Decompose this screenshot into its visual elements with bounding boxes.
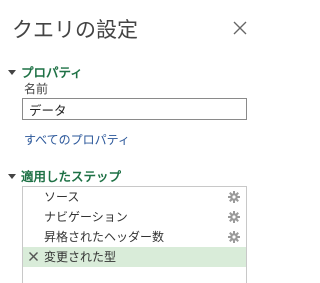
name-label: 名前 (24, 82, 49, 96)
step-navigation[interactable]: ナビゲーション (23, 207, 246, 227)
delete-icon[interactable] (28, 251, 39, 262)
all-properties-link[interactable]: すべてのプロパティ (24, 131, 130, 148)
query-settings-pane: クエリの設定 プロパティ 名前 すべてのプロパティ 適用したステップ ソース (0, 0, 269, 283)
step-promoted-headers[interactable]: 昇格されたヘッダー数 (23, 227, 246, 247)
step-label: ソース (44, 190, 80, 204)
properties-header-label: プロパティ (21, 65, 83, 80)
query-name-input[interactable] (22, 98, 247, 120)
applied-steps-list: ソース ナビゲーション 昇格されたヘッダー数 変更された型 (22, 186, 247, 283)
step-label: 昇格されたヘッダー数 (44, 230, 165, 244)
gear-icon[interactable] (228, 211, 240, 223)
step-label: ナビゲーション (44, 210, 128, 224)
step-label: 変更された型 (44, 250, 117, 264)
step-source[interactable]: ソース (23, 187, 246, 207)
step-changed-type[interactable]: 変更された型 (23, 247, 246, 267)
properties-section-header[interactable]: プロパティ (8, 62, 83, 81)
gear-icon[interactable] (228, 231, 240, 243)
close-icon[interactable] (231, 19, 249, 37)
gear-icon[interactable] (228, 191, 240, 203)
applied-steps-header-label: 適用したステップ (21, 169, 122, 184)
collapse-triangle-icon (8, 69, 16, 75)
collapse-triangle-icon (8, 173, 16, 179)
applied-steps-section-header[interactable]: 適用したステップ (8, 166, 121, 185)
pane-title: クエリの設定 (12, 18, 138, 42)
